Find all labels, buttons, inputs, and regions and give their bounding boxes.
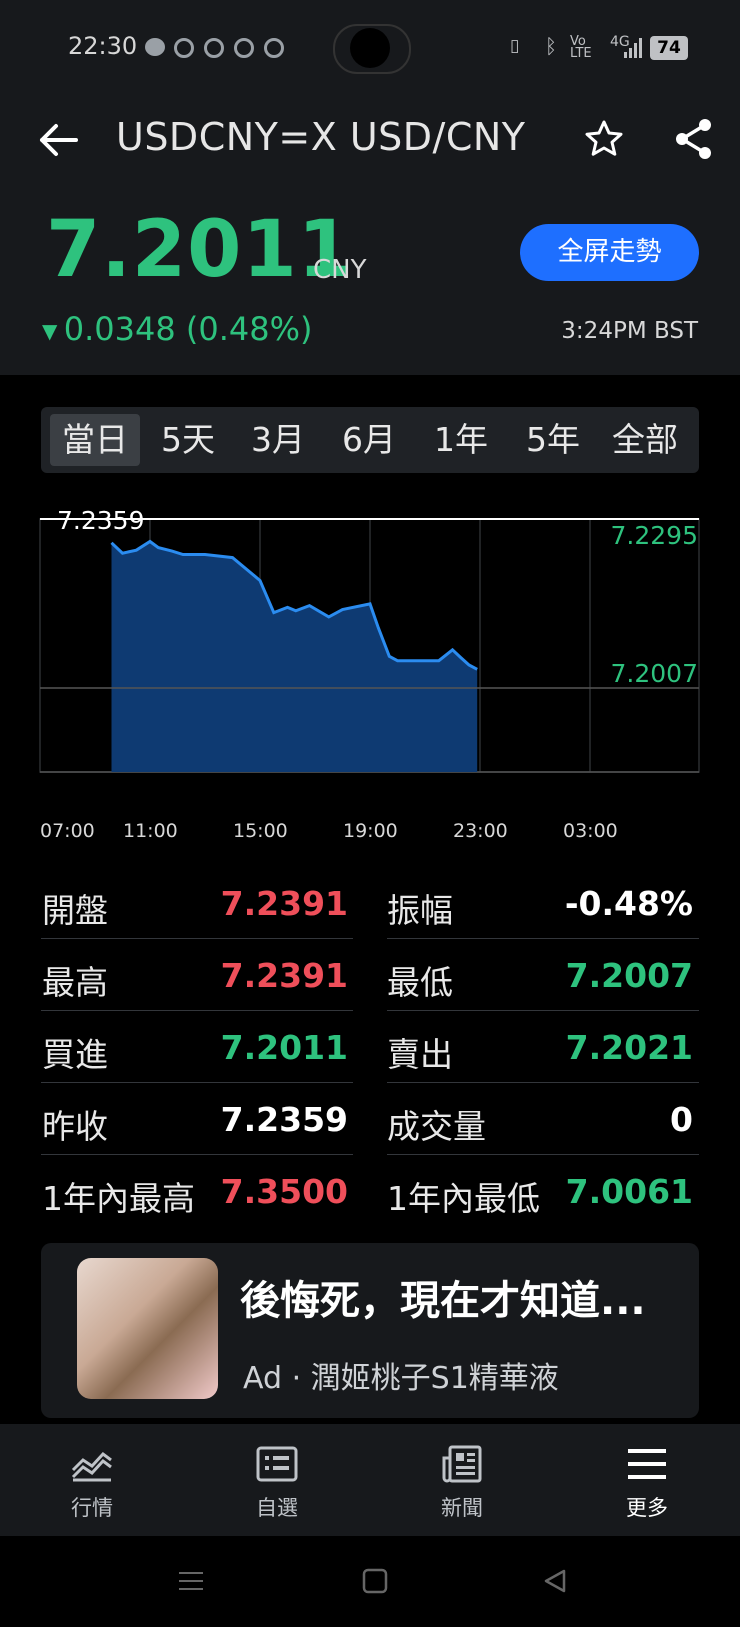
divider xyxy=(41,938,353,939)
divider xyxy=(387,1154,699,1155)
camera-cutout xyxy=(350,28,390,68)
x-tick-label: 03:00 xyxy=(563,820,618,842)
chrome-icon xyxy=(234,38,254,58)
stat-label: 振幅 xyxy=(387,891,453,930)
x-tick-label: 07:00 xyxy=(40,820,95,842)
chrome-icon xyxy=(264,38,284,58)
stat-label: 1年內最高 xyxy=(42,1179,195,1218)
stat-value-amplitude: -0.48% xyxy=(564,884,693,923)
tab-all[interactable]: 全部 xyxy=(599,407,691,473)
stat-value-prev-close: 7.2359 xyxy=(220,1100,348,1139)
page-title: USDCNY=X USD/CNY xyxy=(116,115,526,159)
nav-item-watchlist[interactable]: 自選 xyxy=(207,1424,347,1536)
tab-1y[interactable]: 1年 xyxy=(415,407,507,473)
nav-item-more[interactable]: 更多 xyxy=(577,1424,717,1536)
right-price-label-high: 7.2295 xyxy=(611,521,698,550)
price-area-fill xyxy=(111,541,478,772)
stat-value-52w-high: 7.3500 xyxy=(220,1172,348,1211)
x-tick-label: 11:00 xyxy=(123,820,178,842)
stat-label: 最高 xyxy=(42,963,108,1002)
intraday-chart[interactable]: 7.2359 7.2295 7.2007 xyxy=(0,510,740,850)
x-tick-label: 15:00 xyxy=(233,820,288,842)
right-price-label-low: 7.2007 xyxy=(611,659,698,688)
x-tick-label: 23:00 xyxy=(453,820,508,842)
stat-label: 賣出 xyxy=(387,1035,453,1074)
signal-icon xyxy=(624,38,644,58)
stat-value-ask: 7.2021 xyxy=(565,1028,693,1067)
tab-1d[interactable]: 當日 xyxy=(50,414,140,466)
fullscreen-trend-button[interactable]: 全屏走勢 xyxy=(520,224,699,281)
price-change: ▼ 0.0348 (0.48%) xyxy=(42,310,313,348)
market-chart-icon xyxy=(71,1451,112,1482)
divider xyxy=(387,938,699,939)
back-arrow-icon[interactable] xyxy=(36,118,80,162)
divider xyxy=(41,1010,353,1011)
line-app-icon xyxy=(145,38,165,56)
stat-label: 昨收 xyxy=(42,1107,108,1146)
stat-label: 1年內最低 xyxy=(387,1179,540,1218)
chrome-icon xyxy=(174,38,194,58)
chrome-icon xyxy=(204,38,224,58)
stat-label: 開盤 xyxy=(42,891,108,930)
status-time: 22:30 xyxy=(68,32,138,60)
quote-timestamp: 3:24PM BST xyxy=(561,318,698,344)
down-triangle-icon: ▼ xyxy=(42,319,64,343)
status-bar: 22:30 ▯ ᛒ Vo LTE 4G 74 xyxy=(0,0,740,95)
nav-label: 新聞 xyxy=(441,1496,483,1520)
ad-subtitle: Ad · 潤姬桃子S1精華液 xyxy=(243,1361,559,1396)
battery-indicator: 74 xyxy=(650,36,688,60)
stat-value-bid: 7.2011 xyxy=(220,1028,348,1067)
stat-value-low: 7.2007 xyxy=(565,956,693,995)
recent-apps-icon[interactable] xyxy=(178,1568,204,1594)
current-price: 7.2011 xyxy=(46,205,353,295)
nav-item-market[interactable]: 行情 xyxy=(22,1424,162,1536)
stat-value-52w-low: 7.0061 xyxy=(565,1172,693,1211)
bluetooth-icon: ᛒ xyxy=(545,34,557,58)
back-nav-icon[interactable] xyxy=(542,1568,568,1594)
nav-label: 自選 xyxy=(256,1496,298,1520)
vibrate-icon: ▯ xyxy=(510,36,520,56)
home-icon[interactable] xyxy=(362,1568,388,1594)
divider xyxy=(387,1010,699,1011)
ad-image[interactable] xyxy=(77,1258,218,1399)
prev-close-label: 7.2359 xyxy=(57,510,144,535)
stat-value-open: 7.2391 xyxy=(220,884,348,923)
currency-label: CNY xyxy=(313,255,367,285)
tab-5y[interactable]: 5年 xyxy=(507,407,599,473)
news-icon xyxy=(442,1445,482,1483)
nav-item-news[interactable]: 新聞 xyxy=(392,1424,532,1536)
ad-title[interactable]: 後悔死，現在才知道... xyxy=(240,1268,646,1326)
stat-value-volume: 0 xyxy=(670,1100,693,1139)
menu-icon xyxy=(628,1449,666,1479)
divider xyxy=(41,1082,353,1083)
share-icon[interactable] xyxy=(673,117,715,161)
stat-value-high: 7.2391 xyxy=(220,956,348,995)
stat-label: 買進 xyxy=(42,1035,108,1074)
x-tick-label: 19:00 xyxy=(343,820,398,842)
tab-5d[interactable]: 5天 xyxy=(143,407,233,473)
divider xyxy=(41,1154,353,1155)
tab-6m[interactable]: 6月 xyxy=(323,407,415,473)
watchlist-icon xyxy=(256,1446,298,1482)
stat-label: 最低 xyxy=(387,963,453,1002)
volte-icon: Vo LTE xyxy=(570,34,592,61)
divider xyxy=(387,1082,699,1083)
nav-label: 行情 xyxy=(71,1496,113,1520)
star-icon[interactable] xyxy=(583,118,625,160)
stat-label: 成交量 xyxy=(387,1107,486,1146)
price-change-value: 0.0348 (0.48%) xyxy=(63,310,313,348)
tab-3m[interactable]: 3月 xyxy=(233,407,323,473)
nav-label: 更多 xyxy=(626,1496,668,1520)
